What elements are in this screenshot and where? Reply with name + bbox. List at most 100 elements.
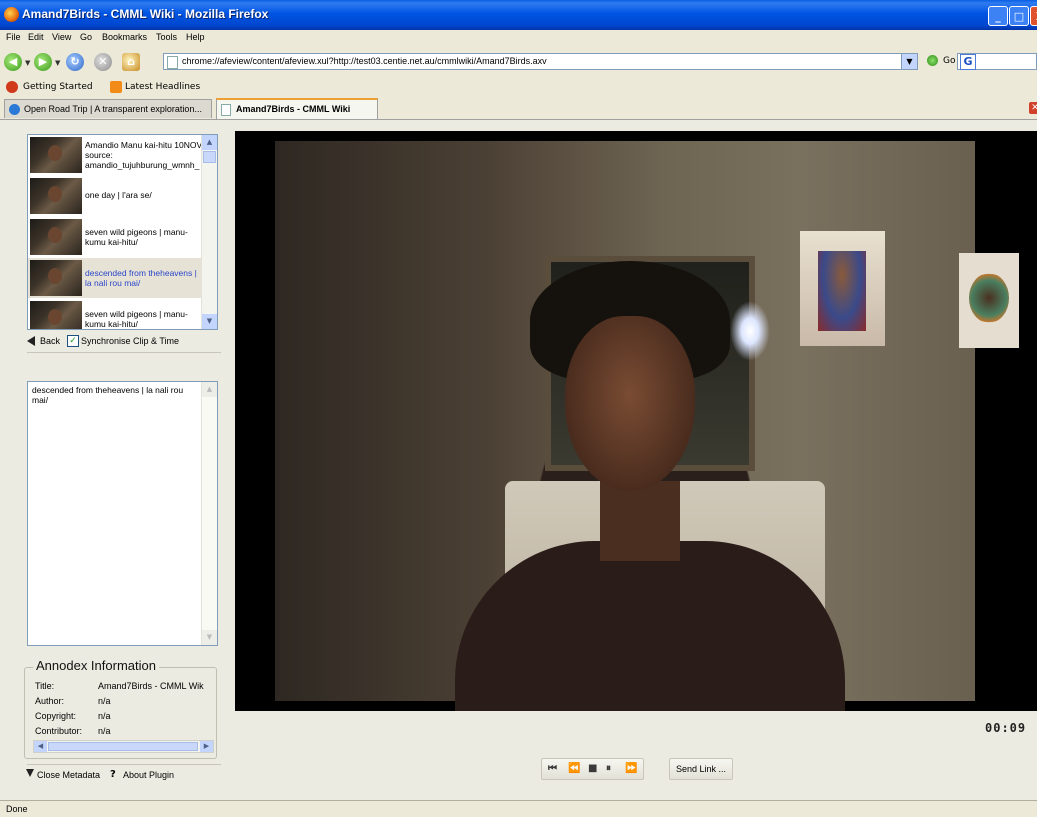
metadata-hscrollbar[interactable]: ◀ ▶ bbox=[33, 740, 214, 753]
meta-value-author: n/a bbox=[98, 696, 111, 706]
reload-icon[interactable]: ↻ bbox=[66, 53, 84, 71]
url-text[interactable]: chrome://afeview/content/afeview.xul?htt… bbox=[182, 56, 547, 66]
clip-text: descended from theheavens | la nali rou … bbox=[85, 268, 197, 288]
clip-list-scrollbar[interactable]: ▲ ▼ bbox=[201, 135, 217, 329]
forward-dropdown-icon[interactable]: ▼ bbox=[55, 59, 60, 67]
menu-tools[interactable]: Tools bbox=[156, 32, 177, 42]
clip-description-textarea[interactable]: descended from theheavens | la nali rou … bbox=[27, 381, 218, 646]
tab-label: Open Road Trip | A transparent explorati… bbox=[24, 104, 202, 114]
getting-started-icon bbox=[6, 81, 18, 93]
playback-controls: ⏮ ⏪ ■ ⏸ ⏩ bbox=[541, 758, 644, 780]
window-titlebar[interactable]: Amand7Birds - CMML Wiki - Mozilla Firefo… bbox=[0, 0, 1037, 30]
menu-edit[interactable]: Edit bbox=[28, 32, 44, 42]
url-bar[interactable]: chrome://afeview/content/afeview.xul?htt… bbox=[163, 53, 918, 70]
annodex-info-legend: Annodex Information bbox=[33, 658, 159, 673]
menu-view[interactable]: View bbox=[52, 32, 71, 42]
back-triangle-icon[interactable] bbox=[27, 336, 35, 346]
status-text: Done bbox=[6, 804, 28, 814]
scroll-right-icon[interactable]: ▶ bbox=[200, 741, 213, 752]
meta-value-title: Amand7Birds - CMML Wik bbox=[98, 681, 204, 691]
home-icon[interactable]: ⌂ bbox=[122, 53, 140, 71]
close-window-button[interactable]: X bbox=[1030, 6, 1037, 26]
video-scene-poster bbox=[959, 253, 1019, 348]
stop-icon[interactable]: ✕ bbox=[94, 53, 112, 71]
bookmark-latest-headlines[interactable]: Latest Headlines bbox=[125, 82, 200, 92]
menu-help[interactable]: Help bbox=[186, 32, 205, 42]
clip-thumbnail bbox=[30, 301, 82, 329]
menu-file[interactable]: File bbox=[6, 32, 21, 42]
video-scene-poster bbox=[800, 231, 885, 346]
video-scene-person bbox=[455, 541, 845, 711]
video-scene-person bbox=[565, 316, 695, 491]
search-input[interactable]: G bbox=[957, 53, 1037, 70]
menu-bookmarks[interactable]: Bookmarks bbox=[102, 32, 147, 42]
synchronise-checkbox[interactable]: ✓ bbox=[67, 335, 79, 347]
fast-forward-icon[interactable]: ⏩ bbox=[625, 763, 638, 774]
clip-thumbnail bbox=[30, 178, 82, 214]
status-bar: Done bbox=[0, 800, 1037, 817]
stop-icon[interactable]: ■ bbox=[588, 763, 598, 774]
window-title: Amand7Birds - CMML Wiki - Mozilla Firefo… bbox=[22, 7, 269, 21]
back-dropdown-icon[interactable]: ▼ bbox=[25, 59, 30, 67]
close-metadata-button[interactable]: Close Metadata bbox=[37, 770, 100, 780]
video-scene-person bbox=[600, 481, 680, 561]
tab-open-road-trip[interactable]: Open Road Trip | A transparent explorati… bbox=[4, 99, 212, 118]
scroll-up-icon[interactable]: ▲ bbox=[202, 382, 217, 397]
maximize-button[interactable]: □ bbox=[1009, 6, 1029, 26]
rewind-icon[interactable]: ⏪ bbox=[568, 763, 581, 774]
description-scrollbar[interactable]: ▲ ▼ bbox=[201, 382, 217, 645]
page-icon bbox=[221, 104, 231, 116]
divider bbox=[27, 352, 221, 353]
rss-feed-icon bbox=[110, 81, 122, 93]
divider bbox=[27, 764, 221, 765]
globe-icon bbox=[9, 104, 20, 115]
url-dropdown-icon[interactable]: ▼ bbox=[901, 54, 917, 69]
scroll-up-icon[interactable]: ▲ bbox=[202, 135, 217, 150]
skip-start-icon[interactable]: ⏮ bbox=[548, 763, 557, 774]
scroll-left-icon[interactable]: ◀ bbox=[34, 741, 47, 752]
clip-text: Amandio Manu kai-hitu 10NOV source: aman… bbox=[85, 140, 203, 170]
clip-item[interactable]: seven wild pigeons | manu-kumu kai-hitu/ bbox=[28, 299, 204, 329]
pause-icon[interactable]: ⏸ bbox=[606, 763, 611, 774]
scroll-down-icon[interactable]: ▼ bbox=[202, 630, 217, 645]
back-button[interactable]: Back bbox=[40, 336, 60, 346]
menu-go[interactable]: Go bbox=[80, 32, 92, 42]
clip-list[interactable]: Amandio Manu kai-hitu 10NOV source: aman… bbox=[27, 134, 218, 330]
send-link-button[interactable]: Send Link ... bbox=[669, 758, 733, 780]
meta-value-contributor: n/a bbox=[98, 726, 111, 736]
tab-amand7birds[interactable]: Amand7Birds - CMML Wiki bbox=[216, 98, 378, 119]
scroll-down-icon[interactable]: ▼ bbox=[202, 314, 217, 329]
about-plugin-button[interactable]: About Plugin bbox=[123, 770, 174, 780]
clip-thumbnail bbox=[30, 137, 82, 173]
synchronise-label[interactable]: Synchronise Clip & Time bbox=[81, 336, 179, 346]
bookmark-getting-started[interactable]: Getting Started bbox=[23, 82, 93, 92]
forward-arrow-icon[interactable]: ▶ bbox=[34, 53, 52, 71]
clip-item[interactable]: Amandio Manu kai-hitu 10NOV source: aman… bbox=[28, 135, 204, 175]
scrollbar-thumb[interactable] bbox=[48, 742, 198, 751]
bookmarks-toolbar: Getting Started Latest Headlines bbox=[0, 77, 1037, 97]
google-icon[interactable]: G bbox=[960, 54, 976, 70]
tab-bar: Open Road Trip | A transparent explorati… bbox=[0, 97, 1037, 120]
clip-item-selected[interactable]: descended from theheavens | la nali rou … bbox=[28, 258, 204, 298]
scrollbar-thumb[interactable] bbox=[203, 151, 216, 163]
back-arrow-icon[interactable]: ◀ bbox=[4, 53, 22, 71]
meta-key-contributor: Contributor: bbox=[35, 726, 83, 736]
firefox-logo-icon bbox=[4, 7, 19, 22]
meta-value-copyright: n/a bbox=[98, 711, 111, 721]
clip-item[interactable]: seven wild pigeons | manu-kumu kai-hitu/ bbox=[28, 217, 204, 257]
clip-item[interactable]: one day | l'ara se/ bbox=[28, 176, 204, 216]
menubar: File Edit View Go Bookmarks Tools Help bbox=[0, 30, 1037, 47]
video-scene-light bbox=[730, 301, 770, 361]
close-tab-icon[interactable]: ✕ bbox=[1029, 102, 1037, 114]
page-icon bbox=[167, 56, 178, 69]
help-question-icon[interactable]: ? bbox=[110, 769, 116, 780]
collapse-triangle-icon[interactable] bbox=[26, 769, 34, 777]
meta-key-title: Title: bbox=[35, 681, 55, 691]
go-icon[interactable] bbox=[927, 55, 938, 66]
video-player[interactable] bbox=[235, 131, 1037, 711]
tab-label: Amand7Birds - CMML Wiki bbox=[236, 104, 351, 114]
video-frame bbox=[275, 141, 1019, 711]
clip-description-text: descended from theheavens | la nali rou … bbox=[32, 385, 184, 405]
minimize-button[interactable]: _ bbox=[988, 6, 1008, 26]
go-button[interactable]: Go bbox=[943, 56, 955, 66]
